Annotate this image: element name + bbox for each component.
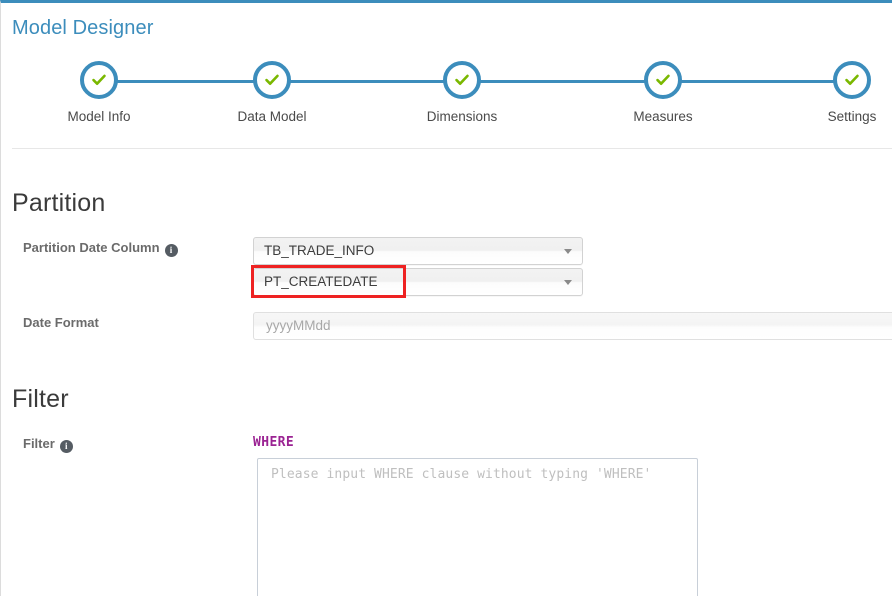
partition-table-select-value: TB_TRADE_INFO [264, 243, 375, 258]
date-format-label: Date Format [23, 315, 99, 330]
partition-column-select[interactable]: PT_CREATEDATE [253, 268, 583, 296]
date-format-label-text: Date Format [23, 315, 99, 330]
stepper-step-measures[interactable]: Measures [603, 61, 723, 124]
step-status-circle [644, 61, 682, 99]
check-icon [265, 74, 279, 85]
stepper-step-data-model[interactable]: Data Model [212, 61, 332, 124]
stepper-step-settings[interactable]: Settings [792, 61, 892, 124]
check-icon [92, 74, 106, 85]
step-status-circle [253, 61, 291, 99]
check-icon [845, 74, 859, 85]
check-icon [455, 74, 469, 85]
filter-row-label-text: Filter [23, 436, 55, 451]
filter-section-title: Filter [12, 385, 69, 413]
stepper-step-label: Model Info [67, 109, 131, 124]
date-format-input[interactable]: yyyyMMdd [253, 312, 892, 340]
stepper-step-dimensions[interactable]: Dimensions [402, 61, 522, 124]
stepper-step-label: Dimensions [426, 109, 498, 124]
stepper-step-label: Data Model [237, 109, 307, 124]
partition-date-column-label: Partition Date Column i [23, 240, 178, 257]
page-title: Model Designer [12, 17, 154, 39]
partition-table-select[interactable]: TB_TRADE_INFO [253, 237, 583, 265]
filter-row-label: Filter i [23, 436, 73, 453]
chevron-down-icon [564, 280, 572, 285]
stepper-step-model-info[interactable]: Model Info [39, 61, 159, 124]
info-icon[interactable]: i [164, 244, 178, 257]
wizard-stepper: Model Info Data Model Dimensions Measure… [1, 61, 892, 135]
where-keyword-label: WHERE [253, 435, 295, 450]
header-divider [12, 148, 892, 149]
step-status-circle [833, 61, 871, 99]
filter-where-textarea[interactable]: Please input WHERE clause without typing… [257, 458, 698, 596]
info-icon[interactable]: i [59, 440, 73, 453]
date-format-placeholder: yyyyMMdd [266, 318, 331, 333]
check-icon [656, 74, 670, 85]
stepper-step-label: Settings [827, 109, 877, 124]
step-status-circle [443, 61, 481, 99]
chevron-down-icon [564, 249, 572, 254]
filter-where-placeholder: Please input WHERE clause without typing… [271, 467, 652, 482]
page-header: Model Designer [12, 14, 872, 48]
model-designer-page: Model Designer Model Info Data Model Dim… [0, 0, 892, 596]
stepper-step-label: Measures [633, 109, 693, 124]
partition-section-title: Partition [12, 189, 106, 217]
partition-date-column-label-text: Partition Date Column [23, 240, 160, 255]
step-status-circle [80, 61, 118, 99]
partition-column-select-value: PT_CREATEDATE [264, 274, 378, 289]
